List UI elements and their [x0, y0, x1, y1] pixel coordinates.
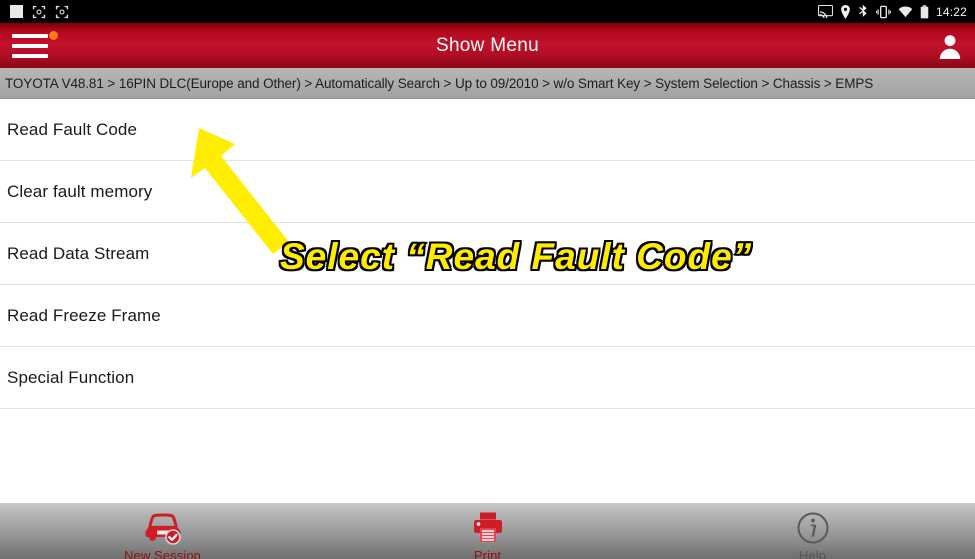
menu-item-label: Clear fault memory	[7, 181, 153, 201]
wifi-icon	[898, 6, 913, 18]
toolbar-item-help[interactable]: Help	[650, 503, 975, 559]
toolbar-item-label: New Session	[124, 548, 201, 559]
menu-item-read-data-stream[interactable]: Read Data Stream	[0, 223, 975, 285]
toolbar-item-label: Help	[798, 548, 827, 559]
menu-list: Read Fault Code Clear fault memory Read …	[0, 99, 975, 503]
app-title-bar: Show Menu	[0, 23, 975, 68]
white-square-icon	[10, 5, 23, 18]
status-bar-left-icons	[10, 5, 69, 19]
menu-item-read-fault-code[interactable]: Read Fault Code	[0, 99, 975, 161]
android-status-bar: 14:22	[0, 0, 975, 23]
toolbar-item-label: Print	[473, 548, 502, 559]
menu-item-label: Read Data Stream	[7, 243, 150, 263]
app-screen: 14:22 Show Menu TOYOTA V48.81 > 16PIN DL…	[0, 0, 975, 559]
screenshot-icon	[55, 5, 69, 19]
menu-item-read-freeze-frame[interactable]: Read Freeze Frame	[0, 285, 975, 347]
page-title: Show Menu	[435, 34, 540, 56]
menu-item-clear-fault-memory[interactable]: Clear fault memory	[0, 161, 975, 223]
printer-icon	[471, 509, 505, 547]
info-circle-icon	[796, 509, 830, 547]
battery-icon	[920, 4, 929, 19]
menu-item-label: Special Function	[7, 367, 135, 387]
user-account-icon[interactable]	[935, 31, 965, 61]
location-icon	[840, 4, 851, 19]
status-bar-right-icons: 14:22	[817, 4, 967, 19]
screenshot-icon	[32, 5, 46, 19]
breadcrumb-path: TOYOTA V48.81 > 16PIN DLC(Europe and Oth…	[5, 75, 874, 91]
menu-item-special-function[interactable]: Special Function	[0, 347, 975, 409]
menu-item-label: Read Freeze Frame	[7, 305, 161, 325]
toolbar-item-print[interactable]: Print	[325, 503, 650, 559]
cast-icon	[817, 5, 833, 18]
breadcrumb: TOYOTA V48.81 > 16PIN DLC(Europe and Oth…	[0, 68, 975, 99]
bluetooth-icon	[858, 4, 869, 19]
car-check-icon	[143, 509, 183, 547]
menu-item-label: Read Fault Code	[7, 119, 138, 139]
toolbar-item-new-session[interactable]: New Session	[0, 503, 325, 559]
status-bar-clock: 14:22	[935, 4, 967, 19]
bottom-toolbar: New Session Print Help	[0, 503, 975, 559]
vibrate-icon	[875, 5, 891, 19]
